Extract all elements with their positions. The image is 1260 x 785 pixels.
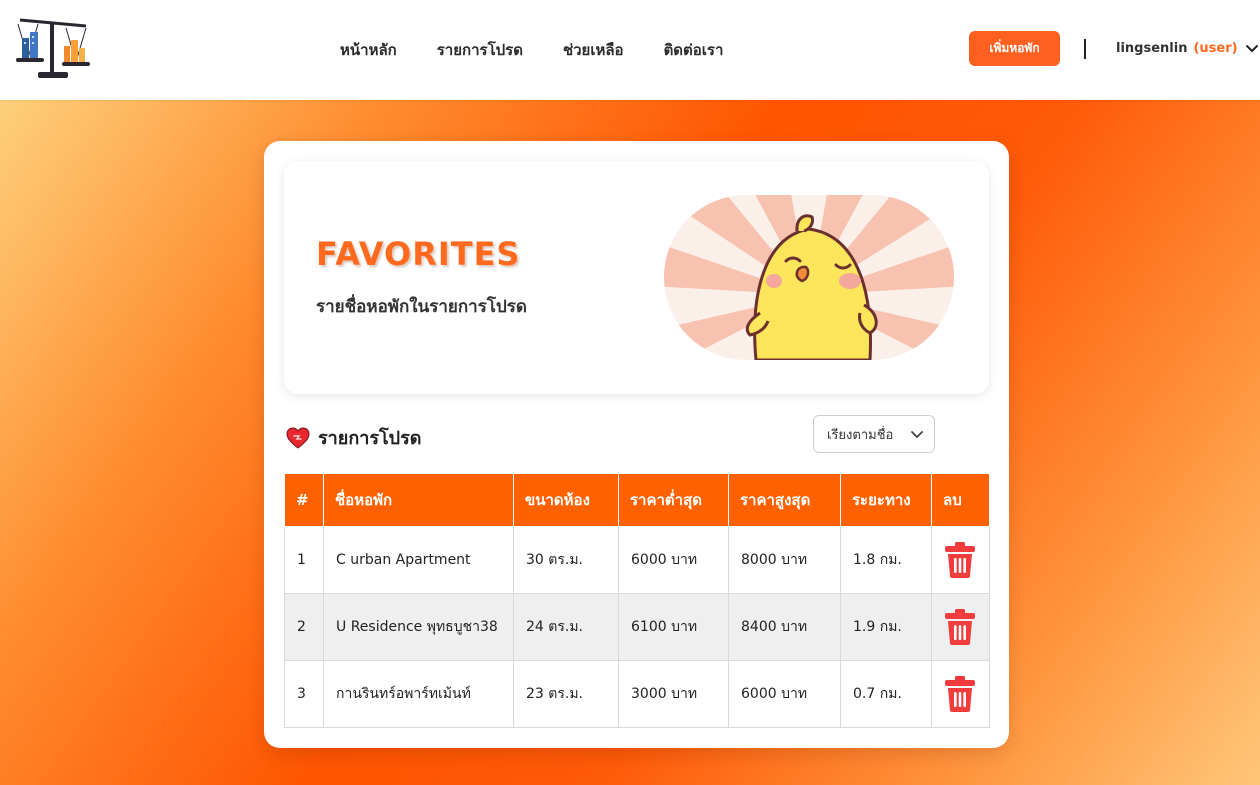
delete-cell: [931, 526, 990, 594]
favorites-card: FAVORITES รายชื่อหอพักในรายการโปรด รายกา…: [264, 141, 1009, 748]
nav-link-favorites[interactable]: รายการโปรด: [437, 38, 523, 62]
dorm-name: C urban Apartment: [323, 526, 514, 594]
trash-icon[interactable]: [944, 541, 976, 579]
trash-icon[interactable]: [944, 608, 976, 646]
col-header-delete: ลบ: [931, 473, 990, 527]
distance: 0.7 กม.: [840, 660, 932, 728]
trash-icon[interactable]: [944, 675, 976, 713]
sort-select[interactable]: เรียงตามชื่อ: [813, 415, 935, 453]
list-header: รายการโปรด: [286, 423, 421, 452]
chick-illustration: [664, 195, 954, 360]
list-title: รายการโปรด: [318, 428, 422, 449]
hero-banner: FAVORITES รายชื่อหอพักในรายการโปรด: [284, 161, 989, 394]
delete-cell: [931, 593, 990, 661]
min-price: 3000 บาท: [618, 660, 729, 728]
chevron-down-icon: [911, 431, 923, 438]
col-header-size: ขนาดห้อง: [513, 473, 619, 527]
nav-link-contact[interactable]: ติดต่อเรา: [664, 38, 724, 62]
row-number: 1: [284, 526, 324, 594]
max-price: 8400 บาท: [728, 593, 841, 661]
hero-subtitle: รายชื่อหอพักในรายการโปรด: [316, 297, 527, 317]
hero-title: FAVORITES: [316, 235, 521, 273]
user-menu[interactable]: lingsenlin (user): [1116, 40, 1260, 56]
nav-link-home[interactable]: หน้าหลัก: [340, 38, 397, 62]
sort-selected-value: เรียงตามชื่อ: [827, 427, 894, 443]
user-name: lingsenlin: [1116, 40, 1188, 56]
dorm-name: U Residence พุทธบูชา38: [323, 593, 514, 661]
max-price: 6000 บาท: [728, 660, 841, 728]
favorites-table: # ชื่อหอพัก ขนาดห้อง ราคาต่ำสุด ราคาสูงส…: [284, 473, 990, 728]
chevron-down-icon[interactable]: [1244, 40, 1260, 56]
table-row: 3 กานรินทร์อพาร์ทเม้นท์ 23 ตร.ม. 3000 บา…: [284, 660, 990, 728]
max-price: 8000 บาท: [728, 526, 841, 594]
room-size: 24 ตร.ม.: [513, 593, 619, 661]
col-header-number: #: [284, 473, 324, 527]
table-row: 1 C urban Apartment 30 ตร.ม. 6000 บาท 80…: [284, 526, 990, 594]
col-header-distance: ระยะทาง: [840, 473, 932, 527]
logo-icon[interactable]: [14, 16, 92, 84]
distance: 1.8 กม.: [840, 526, 932, 594]
nav-divider: [1084, 39, 1086, 59]
nav-link-help[interactable]: ช่วยเหลือ: [563, 38, 624, 62]
dorm-name: กานรินทร์อพาร์ทเม้นท์: [323, 660, 514, 728]
col-header-name: ชื่อหอพัก: [323, 473, 514, 527]
col-header-min-price: ราคาต่ำสุด: [618, 473, 729, 527]
table-header-row: # ชื่อหอพัก ขนาดห้อง ราคาต่ำสุด ราคาสูงส…: [284, 473, 990, 527]
col-header-max-price: ราคาสูงสุด: [728, 473, 841, 527]
distance: 1.9 กม.: [840, 593, 932, 661]
main-nav: หน้าหลัก รายการโปรด ช่วยเหลือ ติดต่อเรา: [340, 38, 723, 62]
add-dorm-button[interactable]: เพิ่มหอพัก: [969, 31, 1060, 66]
delete-cell: [931, 660, 990, 728]
user-role: (user): [1193, 40, 1238, 56]
heart-icon: [286, 426, 310, 449]
min-price: 6100 บาท: [618, 593, 729, 661]
row-number: 2: [284, 593, 324, 661]
room-size: 30 ตร.ม.: [513, 526, 619, 594]
room-size: 23 ตร.ม.: [513, 660, 619, 728]
top-navbar: หน้าหลัก รายการโปรด ช่วยเหลือ ติดต่อเรา …: [0, 0, 1260, 100]
table-row: 2 U Residence พุทธบูชา38 24 ตร.ม. 6100 บ…: [284, 593, 990, 661]
min-price: 6000 บาท: [618, 526, 729, 594]
row-number: 3: [284, 660, 324, 728]
